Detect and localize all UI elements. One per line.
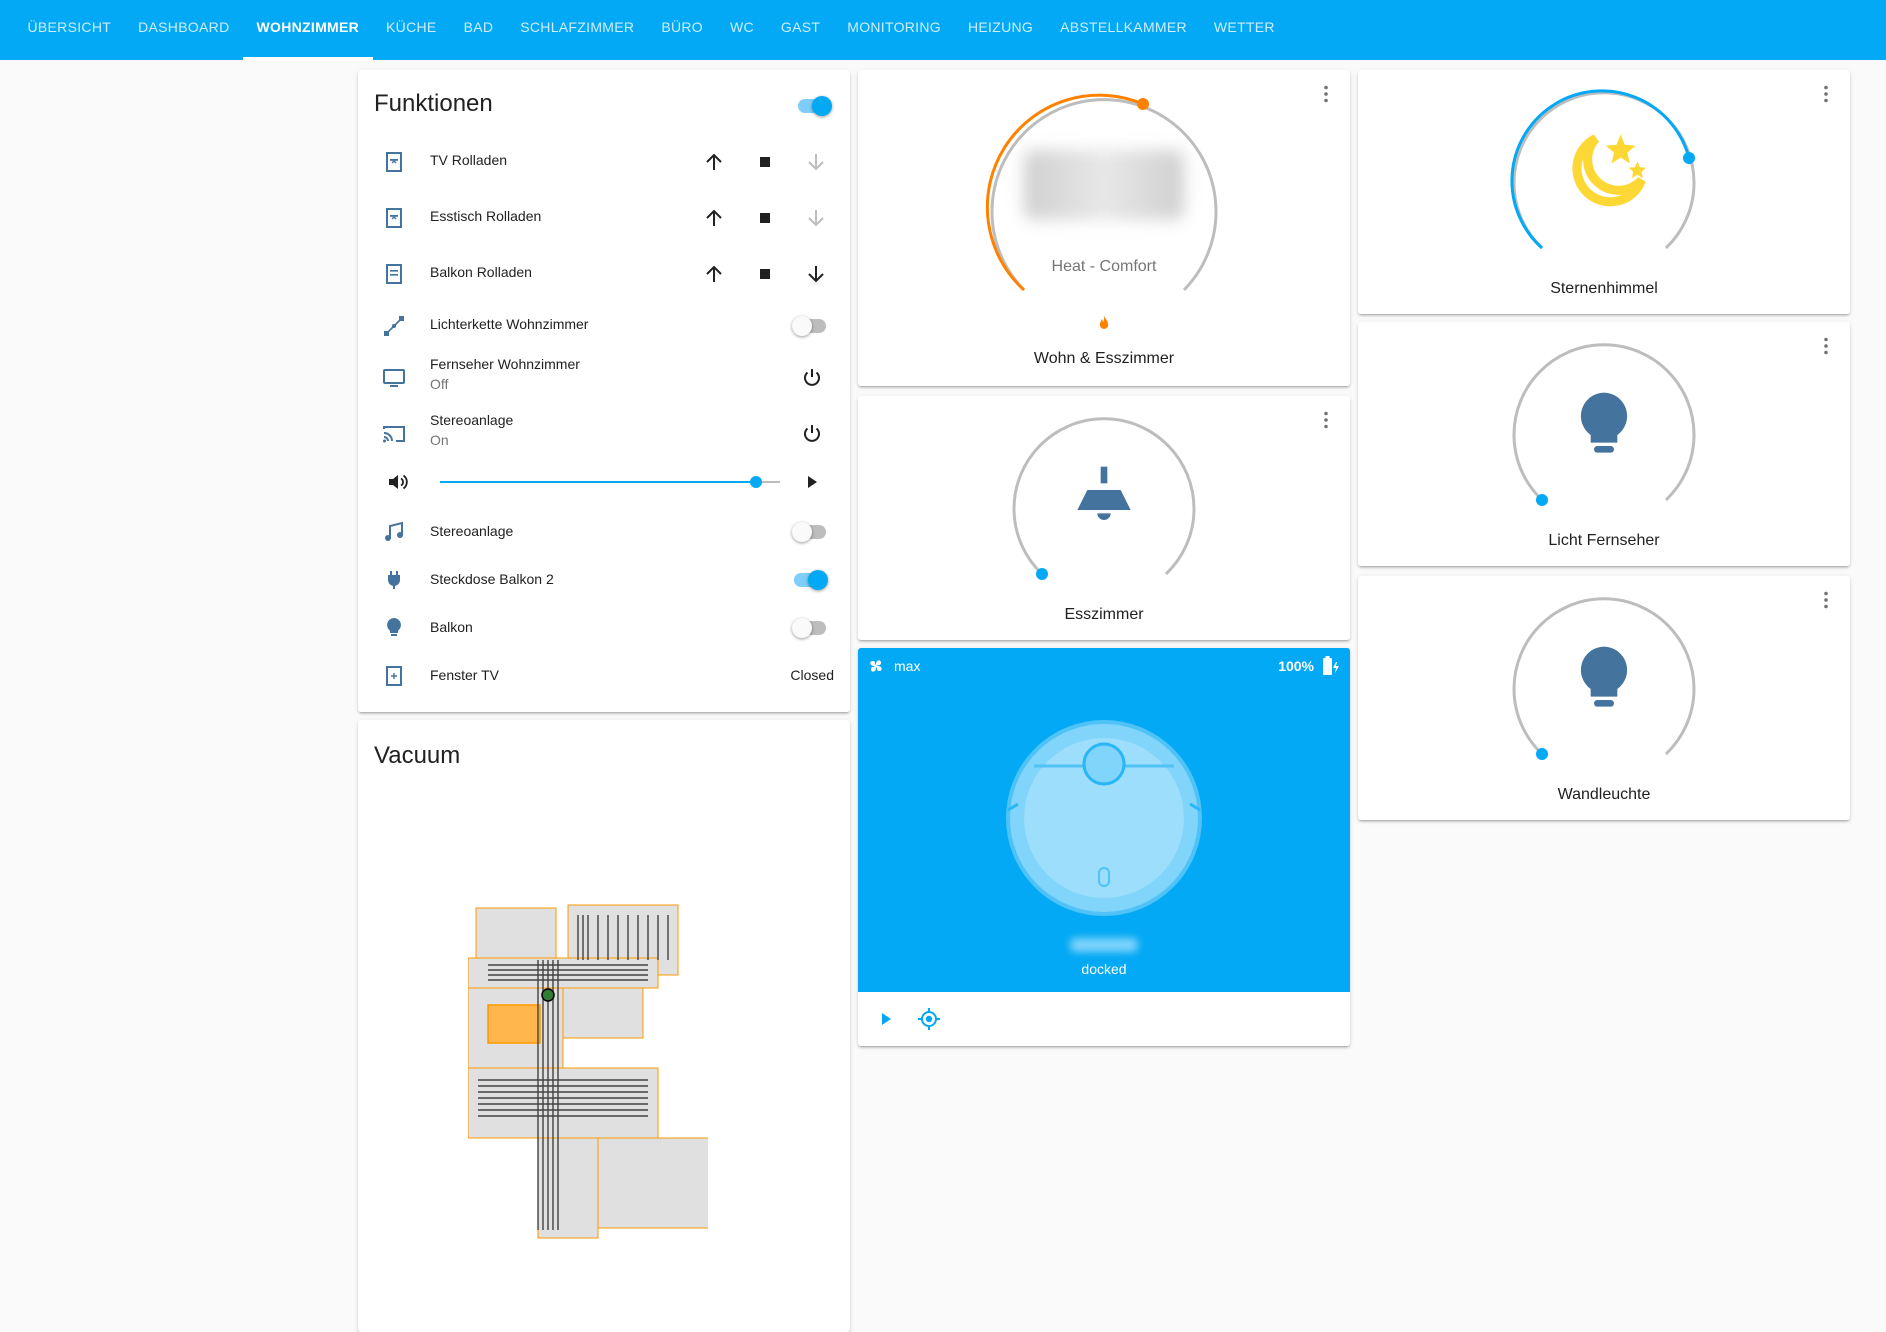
window-shutter-icon <box>386 152 402 172</box>
thermostat-card: Heat - Comfort Wohn & Esszimmer <box>858 70 1350 386</box>
stereoanlage-toggle[interactable] <box>792 520 828 544</box>
row-label-stereoanlage-cast: Stereoanlage <box>430 412 514 428</box>
vacuum-map-image[interactable] <box>468 900 708 1260</box>
header-toggle[interactable] <box>796 94 832 118</box>
more-options-icon[interactable] <box>1314 82 1338 106</box>
cover-open-button[interactable] <box>702 206 726 230</box>
licht-fernseher-card: Licht Fernseher <box>1358 322 1850 566</box>
light-name: Esszimmer <box>1064 606 1144 623</box>
window-shutter-icon <box>386 208 402 228</box>
vacuum-name-blurred <box>1070 938 1138 952</box>
power-plug-icon <box>387 571 401 589</box>
power-button[interactable] <box>800 366 824 390</box>
light-name: Licht Fernseher <box>1548 532 1660 549</box>
lightbulb-icon <box>387 618 401 636</box>
vacuum-map-card: Vacuum <box>358 720 850 1332</box>
esszimmer-light-card: Esszimmer <box>858 396 1350 640</box>
tab-buero[interactable]: BÜRO <box>648 0 717 60</box>
target-temperature-blurred <box>1024 150 1184 220</box>
lightbulb-icon <box>1580 392 1628 453</box>
television-icon <box>383 369 405 387</box>
row-label-fernseher: Fernseher Wohnzimmer <box>430 356 580 372</box>
cover-open-button[interactable] <box>702 262 726 286</box>
row-label-fenster-tv: Fenster TV <box>430 667 499 683</box>
sternenhimmel-card: Sternenhimmel <box>1358 70 1850 314</box>
string-lights-icon <box>384 316 404 336</box>
more-options-icon[interactable] <box>1314 408 1338 432</box>
vacuum-toolbar <box>858 992 1350 1046</box>
wandleuchte-card: Wandleuchte <box>1358 576 1850 820</box>
vacuum-robot-image <box>1006 720 1202 916</box>
fan-icon <box>870 660 882 672</box>
light-name: Sternenhimmel <box>1550 280 1658 297</box>
start-button[interactable] <box>874 1007 898 1031</box>
cover-stop-button[interactable] <box>753 206 777 230</box>
thermostat-name: Wohn & Esszimmer <box>1033 350 1175 367</box>
tab-gast[interactable]: GAST <box>767 0 833 60</box>
battery-charging-icon <box>1323 656 1339 675</box>
volume-slider-fill <box>440 481 757 483</box>
cast-icon <box>383 426 405 443</box>
balkon-toggle[interactable] <box>792 616 828 640</box>
tab-wetter[interactable]: WETTER <box>1200 0 1288 60</box>
volume-slider-knob[interactable] <box>750 476 763 488</box>
fernseher-state: Off <box>430 376 449 392</box>
window-icon <box>386 666 402 686</box>
hvac-mode: Heat - Comfort <box>1051 258 1157 275</box>
row-label-stereoanlage: Stereoanlage <box>430 523 514 539</box>
fire-icon[interactable] <box>1094 314 1114 334</box>
weather-night-icon <box>1572 134 1647 207</box>
tab-wc[interactable]: WC <box>716 0 767 60</box>
more-options-icon[interactable] <box>1814 334 1838 358</box>
tab-bad[interactable]: BAD <box>450 0 507 60</box>
cover-stop-button[interactable] <box>753 150 777 174</box>
stereoanlage-state: On <box>430 432 449 448</box>
row-label-esstisch-rolladen: Esstisch Rolladen <box>430 208 542 224</box>
tab-uebersicht[interactable]: ÜBERSICHT <box>14 0 125 60</box>
cover-close-button[interactable] <box>804 206 828 230</box>
steckdose-toggle[interactable] <box>792 568 828 592</box>
row-label-balkon: Balkon <box>430 619 473 635</box>
app-toolbar: ÜBERSICHT DASHBOARD WOHNZIMMER KÜCHE BAD… <box>0 0 1886 60</box>
lightbulb-icon <box>1580 646 1628 707</box>
more-options-icon[interactable] <box>1814 82 1838 106</box>
cover-stop-button[interactable] <box>753 262 777 286</box>
volume-high-icon[interactable] <box>386 470 410 494</box>
tab-wohnzimmer[interactable]: WOHNZIMMER <box>243 0 373 60</box>
view-tabs: ÜBERSICHT DASHBOARD WOHNZIMMER KÜCHE BAD… <box>14 0 1288 60</box>
tab-heizung[interactable]: HEIZUNG <box>954 0 1046 60</box>
ceiling-light-icon <box>1077 466 1131 520</box>
row-label-steckdose: Steckdose Balkon 2 <box>430 571 554 587</box>
row-label-lichterkette: Lichterkette Wohnzimmer <box>430 316 589 332</box>
battery-level: 100% <box>1278 658 1314 674</box>
more-options-icon[interactable] <box>1814 588 1838 612</box>
locate-button[interactable] <box>917 1007 941 1031</box>
cover-close-button[interactable] <box>804 262 828 286</box>
vacuum-status: docked <box>1081 961 1127 977</box>
funktionen-card: Funktionen TV Rolladen Esstisch Rolladen… <box>358 70 850 712</box>
card-title: Funktionen <box>374 90 493 117</box>
row-label-balkon-rolladen: Balkon Rolladen <box>430 264 532 280</box>
music-note-icon <box>385 521 403 541</box>
window-shutter-open-icon <box>386 264 402 284</box>
volume-slider[interactable] <box>440 469 780 495</box>
light-name: Wandleuchte <box>1557 786 1651 803</box>
tab-schlafzimmer[interactable]: SCHLAFZIMMER <box>507 0 648 60</box>
cover-close-button[interactable] <box>804 150 828 174</box>
tab-kueche[interactable]: KÜCHE <box>373 0 451 60</box>
tab-dashboard[interactable]: DASHBOARD <box>125 0 243 60</box>
power-button[interactable] <box>800 422 824 446</box>
play-button[interactable] <box>800 470 824 494</box>
card-title: Vacuum <box>374 742 461 769</box>
tab-abstellkammer[interactable]: ABSTELLKAMMER <box>1047 0 1201 60</box>
fenster-tv-state: Closed <box>790 667 834 683</box>
row-label-tv-rolladen: TV Rolladen <box>430 152 508 168</box>
cover-open-button[interactable] <box>702 150 726 174</box>
fan-speed: max <box>894 658 921 674</box>
vacuum-card: max 100% docked <box>858 648 1350 1046</box>
tab-monitoring[interactable]: MONITORING <box>834 0 955 60</box>
lichterkette-toggle[interactable] <box>792 314 828 338</box>
